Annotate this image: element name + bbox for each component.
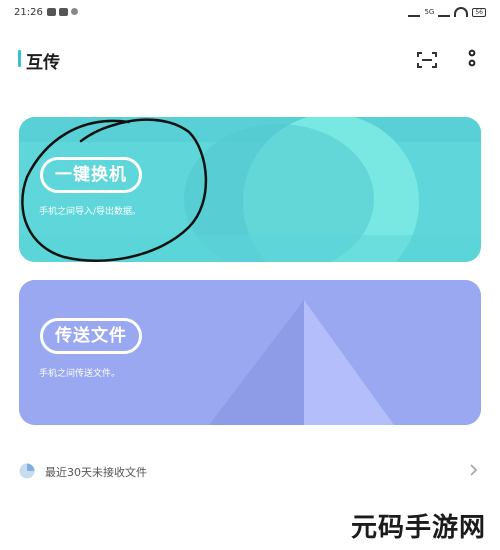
file-transfer-card[interactable]: 传送文件 手机之间传送文件。 xyxy=(19,280,481,425)
wifi-icon xyxy=(454,7,469,17)
app-header: 互传 xyxy=(0,44,500,74)
status-time: 21:26 xyxy=(14,7,43,18)
phone-clone-description: 手机之间导入/导出数据。 xyxy=(39,207,142,217)
watermark-text: 元码手游网 xyxy=(350,513,486,543)
title-accent-bar xyxy=(18,50,21,67)
chevron-right-icon xyxy=(470,464,478,476)
notification-icon xyxy=(47,8,56,16)
signal-icon xyxy=(408,7,421,17)
recent-unreceived-files-row[interactable]: 最近30天未接收文件 xyxy=(16,458,482,484)
file-transfer-description: 手机之间传送文件。 xyxy=(39,369,121,379)
network-label: 5G xyxy=(424,8,435,16)
pie-chart-icon xyxy=(19,463,35,479)
scan-button[interactable] xyxy=(415,49,439,71)
status-right-icons: 5G 56 xyxy=(408,7,486,17)
recent-files-label: 最近30天未接收文件 xyxy=(45,466,147,479)
page-title: 互传 xyxy=(26,53,60,73)
notification-icon xyxy=(71,8,78,15)
phone-clone-card[interactable]: 一键换机 手机之间导入/导出数据。 xyxy=(19,117,481,262)
more-vertical-icon xyxy=(468,49,476,67)
status-notification-icons xyxy=(47,8,78,16)
file-transfer-title: 传送文件 xyxy=(40,318,142,354)
battery-icon: 56 xyxy=(472,7,486,17)
notification-icon xyxy=(59,8,68,16)
status-bar: 21:26 5G 56 xyxy=(0,0,500,26)
more-options-button[interactable] xyxy=(460,47,484,71)
signal-icon xyxy=(438,7,451,17)
scan-icon xyxy=(417,52,437,68)
phone-clone-title: 一键换机 xyxy=(40,157,142,193)
